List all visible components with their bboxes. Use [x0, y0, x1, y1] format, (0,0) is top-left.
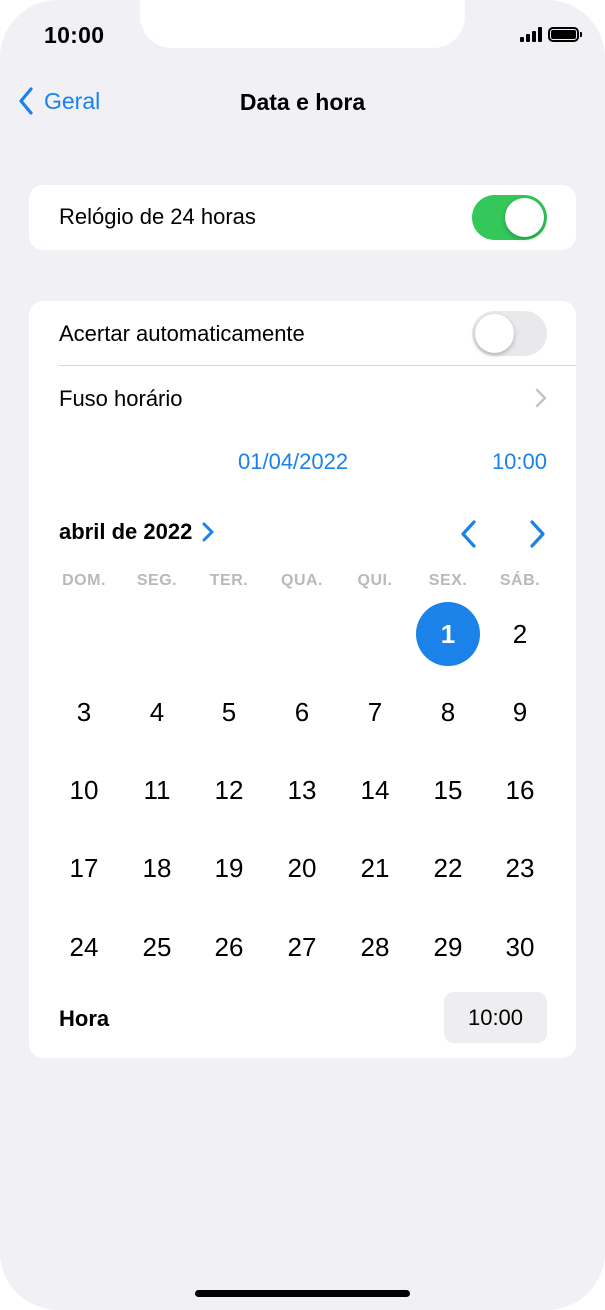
time-value[interactable]: 10:00 [492, 449, 547, 475]
clock-24h-toggle[interactable] [472, 195, 547, 240]
clock-24h-label: Relógio de 24 horas [59, 204, 256, 229]
weekday-header: SEX. [428, 572, 468, 589]
notch [140, 0, 465, 48]
date-value[interactable]: 01/04/2022 [238, 449, 348, 475]
battery-icon [548, 27, 582, 42]
calendar-day[interactable]: 22 [416, 836, 480, 900]
clock-24h-card: Relógio de 24 horas [29, 185, 576, 250]
previous-month-button[interactable] [459, 519, 479, 549]
weekday-header: SEG. [136, 572, 178, 589]
calendar-day [197, 602, 261, 666]
status-time: 10:00 [44, 22, 105, 48]
signal-icon [520, 27, 542, 42]
calendar-day [125, 602, 189, 666]
calendar-day[interactable]: 15 [416, 758, 480, 822]
auto-set-label: Acertar automaticamente [59, 321, 305, 346]
divider [59, 365, 576, 366]
hora-label: Hora [59, 1006, 110, 1031]
calendar-day[interactable]: 11 [125, 758, 189, 822]
calendar-day[interactable]: 10 [52, 758, 116, 822]
calendar-day[interactable]: 2 [488, 602, 552, 666]
calendar-day[interactable]: 6 [270, 680, 334, 744]
weekday-header: QUA. [281, 572, 323, 589]
calendar-day[interactable]: 7 [343, 680, 407, 744]
calendar-day[interactable]: 29 [416, 915, 480, 979]
calendar-day-selected[interactable]: 1 [416, 602, 480, 666]
month-label: abril de 2022 [59, 519, 193, 544]
chevron-right-icon [202, 522, 214, 542]
page-title: Data e hora [239, 89, 366, 115]
calendar-day[interactable]: 5 [197, 680, 261, 744]
calendar-day[interactable]: 27 [270, 915, 334, 979]
weekday-header: QUI. [357, 572, 393, 589]
calendar-day[interactable]: 30 [488, 915, 552, 979]
calendar-day[interactable]: 19 [197, 836, 261, 900]
calendar-day[interactable]: 23 [488, 836, 552, 900]
timezone-row[interactable]: Fuso horário [59, 386, 539, 416]
calendar-day[interactable]: 20 [270, 836, 334, 900]
toggle-knob [505, 198, 544, 237]
calendar-day[interactable]: 14 [343, 758, 407, 822]
calendar-day[interactable]: 8 [416, 680, 480, 744]
phone-screen: 10:00 Geral Data e hora Relógio de 24 ho… [0, 0, 605, 1310]
calendar-day[interactable]: 26 [197, 915, 261, 979]
calendar-day[interactable]: 13 [270, 758, 334, 822]
calendar-day[interactable]: 17 [52, 836, 116, 900]
calendar-day[interactable]: 18 [125, 836, 189, 900]
calendar-day[interactable]: 3 [52, 680, 116, 744]
calendar-day [343, 602, 407, 666]
calendar-day[interactable]: 25 [125, 915, 189, 979]
calendar-day[interactable]: 16 [488, 758, 552, 822]
next-month-button[interactable] [527, 519, 547, 549]
calendar-day[interactable]: 28 [343, 915, 407, 979]
calendar-day[interactable]: 12 [197, 758, 261, 822]
calendar-day [52, 602, 116, 666]
date-time-card: Acertar automaticamente Fuso horário 01/… [29, 301, 576, 1058]
weekday-header: DOM. [62, 572, 106, 589]
toggle-knob [475, 314, 514, 353]
calendar-day [270, 602, 334, 666]
month-selector[interactable]: abril de 2022 [59, 519, 214, 545]
status-icons [520, 27, 582, 42]
calendar-day[interactable]: 21 [343, 836, 407, 900]
calendar-day[interactable]: 24 [52, 915, 116, 979]
calendar-day[interactable]: 4 [125, 680, 189, 744]
time-picker-button[interactable]: 10:00 [444, 992, 547, 1043]
calendar-day[interactable]: 9 [488, 680, 552, 744]
auto-set-toggle[interactable] [472, 311, 547, 356]
chevron-right-icon [535, 388, 547, 408]
weekday-header: SÁB. [499, 572, 541, 589]
home-indicator[interactable] [195, 1290, 410, 1297]
weekday-header: TER. [209, 572, 249, 589]
